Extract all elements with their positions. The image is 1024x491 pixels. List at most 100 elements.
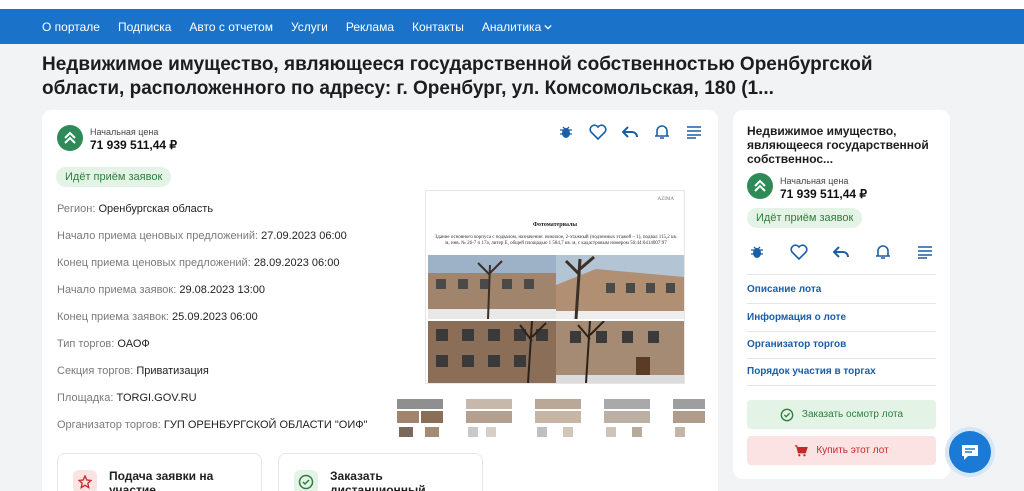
nav-item-services[interactable]: Услуги: [291, 20, 328, 34]
divider: [747, 331, 936, 332]
detail-apps-start: Начало приема заявок: 29.08.2023 13:00: [57, 283, 397, 310]
star-icon: [73, 470, 97, 491]
building-photo-4: [556, 321, 684, 383]
detail-label: Организатор торгов:: [57, 419, 161, 431]
platform-logo-icon: [57, 125, 83, 151]
detail-platform: Площадка: TORGI.GOV.RU: [57, 391, 397, 418]
lot-card: Начальная цена 71 939 511,44 ₽ Идёт приё…: [42, 110, 718, 491]
detail-label: Секция торгов:: [57, 365, 134, 377]
favorite-heart-icon[interactable]: [589, 123, 607, 141]
nav-item-ads[interactable]: Реклама: [346, 20, 394, 34]
sidebar-price-value: 71 939 511,44 ₽: [780, 187, 868, 201]
nav-item-cars[interactable]: Авто с отчетом: [189, 20, 273, 34]
link-lot-description[interactable]: Описание лота: [747, 284, 821, 295]
price-label: Начальная цена: [90, 127, 159, 137]
photo-thumbnails: [395, 397, 705, 439]
detail-value: ГУП ОРЕНБУРГСКОЙ ОБЛАСТИ "ОИФ": [163, 419, 368, 431]
detail-price-start: Начало приема ценовых предложений: 27.09…: [57, 229, 397, 256]
detail-value: 28.09.2023 06:00: [253, 257, 340, 269]
nav-item-contacts[interactable]: Контакты: [412, 20, 464, 34]
cart-icon: [795, 444, 809, 456]
divider: [747, 303, 936, 304]
detail-value: 27.09.2023 06:00: [261, 230, 347, 242]
thumbnail-5[interactable]: [671, 397, 705, 439]
share-reply-icon[interactable]: [621, 123, 639, 141]
detail-label: Конец приема заявок:: [57, 311, 169, 323]
photo-doc-title: Фотоматериалы: [532, 222, 578, 228]
sidebar-status-badge: Идёт приём заявок: [747, 208, 863, 228]
thumbnail-4[interactable]: [602, 397, 652, 439]
chat-check-icon: [780, 408, 794, 421]
building-photo-2: [556, 255, 684, 319]
favorite-heart-icon[interactable]: [790, 243, 808, 261]
photo-doc-description: Здание основного корпуса с подвалом, наз…: [434, 235, 678, 246]
detail-label: Начало приема ценовых предложений:: [57, 230, 259, 242]
menu-list-icon[interactable]: [916, 243, 934, 261]
top-strip: [0, 0, 1024, 9]
main-nav: О портале Подписка Авто с отчетом Услуги…: [0, 9, 1024, 44]
share-reply-icon[interactable]: [832, 243, 850, 261]
platform-logo-icon: [747, 173, 773, 199]
chevron-down-icon: [544, 23, 552, 31]
detail-organizer: Организатор торгов: ГУП ОРЕНБУРГСКОЙ ОБЛ…: [57, 418, 397, 445]
order-inspection-button[interactable]: Заказать осмотр лота: [747, 400, 936, 429]
detail-label: Тип торгов:: [57, 338, 115, 350]
detail-label: Площадка:: [57, 392, 114, 404]
bug-report-icon[interactable]: [748, 243, 766, 261]
detail-label: Конец приема ценовых предложений:: [57, 257, 251, 269]
thumbnail-1[interactable]: [395, 397, 445, 439]
azima-logo: AZIMA: [657, 197, 674, 202]
link-lot-info[interactable]: Информация о лоте: [747, 312, 846, 323]
page-title: Недвижимое имущество, являющееся государ…: [42, 54, 873, 99]
sidebar-lot-title: Недвижимое имущество, являющееся государ…: [747, 124, 929, 166]
lot-details: Регион: Оренбургская область Начало прие…: [57, 202, 397, 445]
detail-label: Начало приема заявок:: [57, 284, 177, 296]
divider: [747, 385, 936, 386]
detail-value: 25.09.2023 06:00: [172, 311, 258, 323]
menu-list-icon[interactable]: [685, 123, 703, 141]
divider: [747, 358, 936, 359]
detail-label: Регион:: [57, 203, 96, 215]
apply-card[interactable]: Подача заявки на участие: [57, 453, 262, 491]
notification-bell-icon[interactable]: [653, 123, 671, 141]
building-photo-1: [428, 255, 556, 319]
remote-order-card[interactable]: Заказать дистанционный: [278, 453, 483, 491]
notification-bell-icon[interactable]: [874, 243, 892, 261]
link-organizer[interactable]: Организатор торгов: [747, 339, 846, 350]
bug-report-icon[interactable]: [557, 123, 575, 141]
apply-card-title: Подача заявки на участие: [109, 469, 214, 491]
lot-actions: [557, 123, 703, 141]
chat-bubble-icon: [962, 445, 978, 460]
nav-item-subscription[interactable]: Подписка: [118, 20, 171, 34]
divider: [747, 274, 936, 275]
nav-item-analytics-label: Аналитика: [481, 19, 542, 34]
thumbnail-2[interactable]: [464, 397, 514, 439]
buy-lot-button[interactable]: Купить этот лот: [747, 436, 936, 465]
nav-item-about[interactable]: О портале: [42, 20, 100, 34]
price-value: 71 939 511,44 ₽: [90, 138, 178, 152]
detail-auction-type: Тип торгов: ОАОФ: [57, 337, 397, 364]
detail-section: Секция торгов: Приватизация: [57, 364, 397, 391]
sidebar-price-label: Начальная цена: [780, 176, 849, 186]
buy-lot-label: Купить этот лот: [816, 445, 889, 456]
thumbnail-3[interactable]: [533, 397, 583, 439]
detail-price-end: Конец приема ценовых предложений: 28.09.…: [57, 256, 397, 283]
building-photo-3: [428, 321, 556, 383]
chat-support-button[interactable]: [949, 431, 991, 473]
detail-value: 29.08.2023 13:00: [179, 284, 265, 296]
detail-value: Оренбургская область: [98, 203, 214, 215]
remote-order-card-title: Заказать дистанционный: [330, 469, 426, 491]
link-participation-rules[interactable]: Порядок участия в торгах: [747, 366, 876, 377]
detail-value: TORGI.GOV.RU: [116, 392, 197, 404]
status-badge: Идёт приём заявок: [56, 167, 172, 187]
nav-item-analytics[interactable]: Аналитика: [482, 20, 552, 34]
order-inspection-label: Заказать осмотр лота: [801, 409, 904, 420]
detail-region: Регион: Оренбургская область: [57, 202, 397, 229]
lot-main-photo[interactable]: AZIMA Фотоматериалы Здание основного кор…: [425, 190, 685, 384]
detail-value: Приватизация: [136, 365, 209, 377]
detail-apps-end: Конец приема заявок: 25.09.2023 06:00: [57, 310, 397, 337]
chat-check-icon: [294, 470, 318, 491]
lot-sidebar: Недвижимое имущество, являющееся государ…: [733, 110, 950, 479]
sidebar-actions: [748, 243, 934, 261]
detail-value: ОАОФ: [117, 338, 150, 350]
